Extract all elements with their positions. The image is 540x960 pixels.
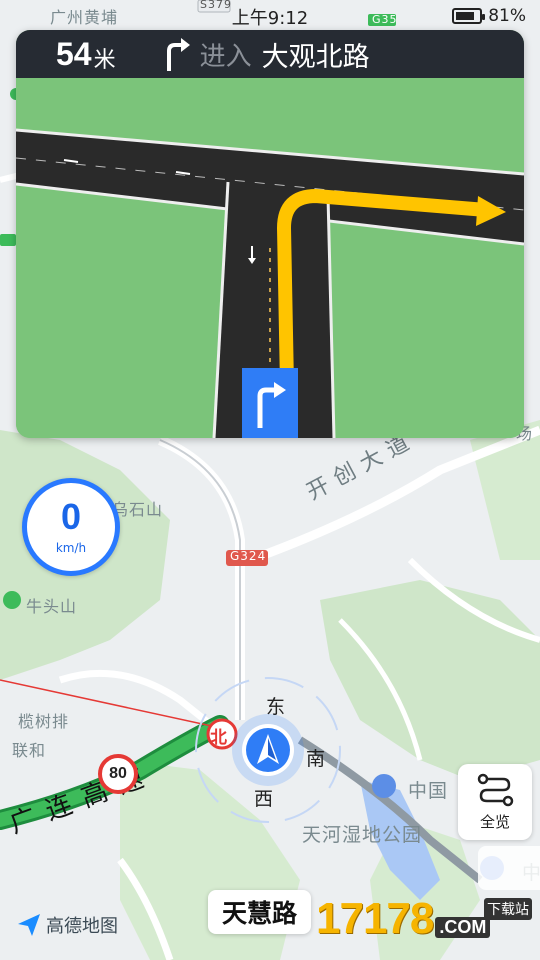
map-label-zhongguo: 中国	[408, 780, 449, 802]
guidance-header: 54 米 进入 大观北路	[16, 30, 524, 78]
map-label-wushishan: 乌石山	[112, 500, 164, 519]
compass-south: 南	[306, 748, 327, 770]
speed-gauge: 0 km/h	[22, 478, 120, 576]
site-watermark: 17178 .COM 下载站	[316, 894, 532, 944]
vehicle-location-icon	[232, 714, 304, 786]
watermark-number: 17178	[316, 894, 434, 943]
overview-label: 全览	[479, 812, 510, 831]
side-tool-panel[interactable]	[478, 846, 540, 890]
map-label-lanshupai: 榄树排	[18, 712, 70, 731]
battery-percent: 81%	[488, 6, 526, 26]
map-label-niutoushan: 牛头山	[26, 597, 78, 616]
distance-unit: 米	[93, 48, 116, 73]
amap-logo-icon	[18, 914, 40, 936]
map-label-wetland: 天河湿地公园	[302, 824, 423, 846]
amap-logo: 高德地图	[16, 912, 118, 938]
distance-value: 54	[56, 35, 92, 72]
guidance-action: 进入	[199, 41, 252, 72]
speed-unit: km/h	[55, 541, 87, 555]
battery-level	[456, 12, 475, 20]
road-shield-g324: G324	[230, 549, 267, 563]
overview-button[interactable]: 全览	[458, 764, 532, 840]
battery-icon	[452, 8, 486, 24]
map-label-lianhe: 联和	[12, 741, 47, 760]
junction-view	[16, 78, 524, 438]
speed-limit-sign: 80	[98, 754, 138, 794]
watermark-download: 下载站	[484, 898, 532, 920]
watermark-com: .COM	[435, 917, 491, 938]
turn-right-icon	[166, 38, 190, 71]
next-road-name: 大观北路	[261, 41, 370, 73]
speed-value: 0	[60, 496, 82, 537]
compass-west: 西	[254, 788, 275, 810]
current-road-name: 天慧路	[208, 890, 312, 934]
battery-indicator: 81%	[452, 6, 526, 26]
amap-logo-text: 高德地图	[46, 916, 118, 937]
compass-north: 北	[210, 728, 228, 748]
turn-guidance-panel[interactable]: 54 米 进入 大观北路	[16, 30, 524, 438]
route-overview-icon	[477, 773, 514, 806]
status-bar: 上午9:12 81%	[0, 0, 540, 32]
